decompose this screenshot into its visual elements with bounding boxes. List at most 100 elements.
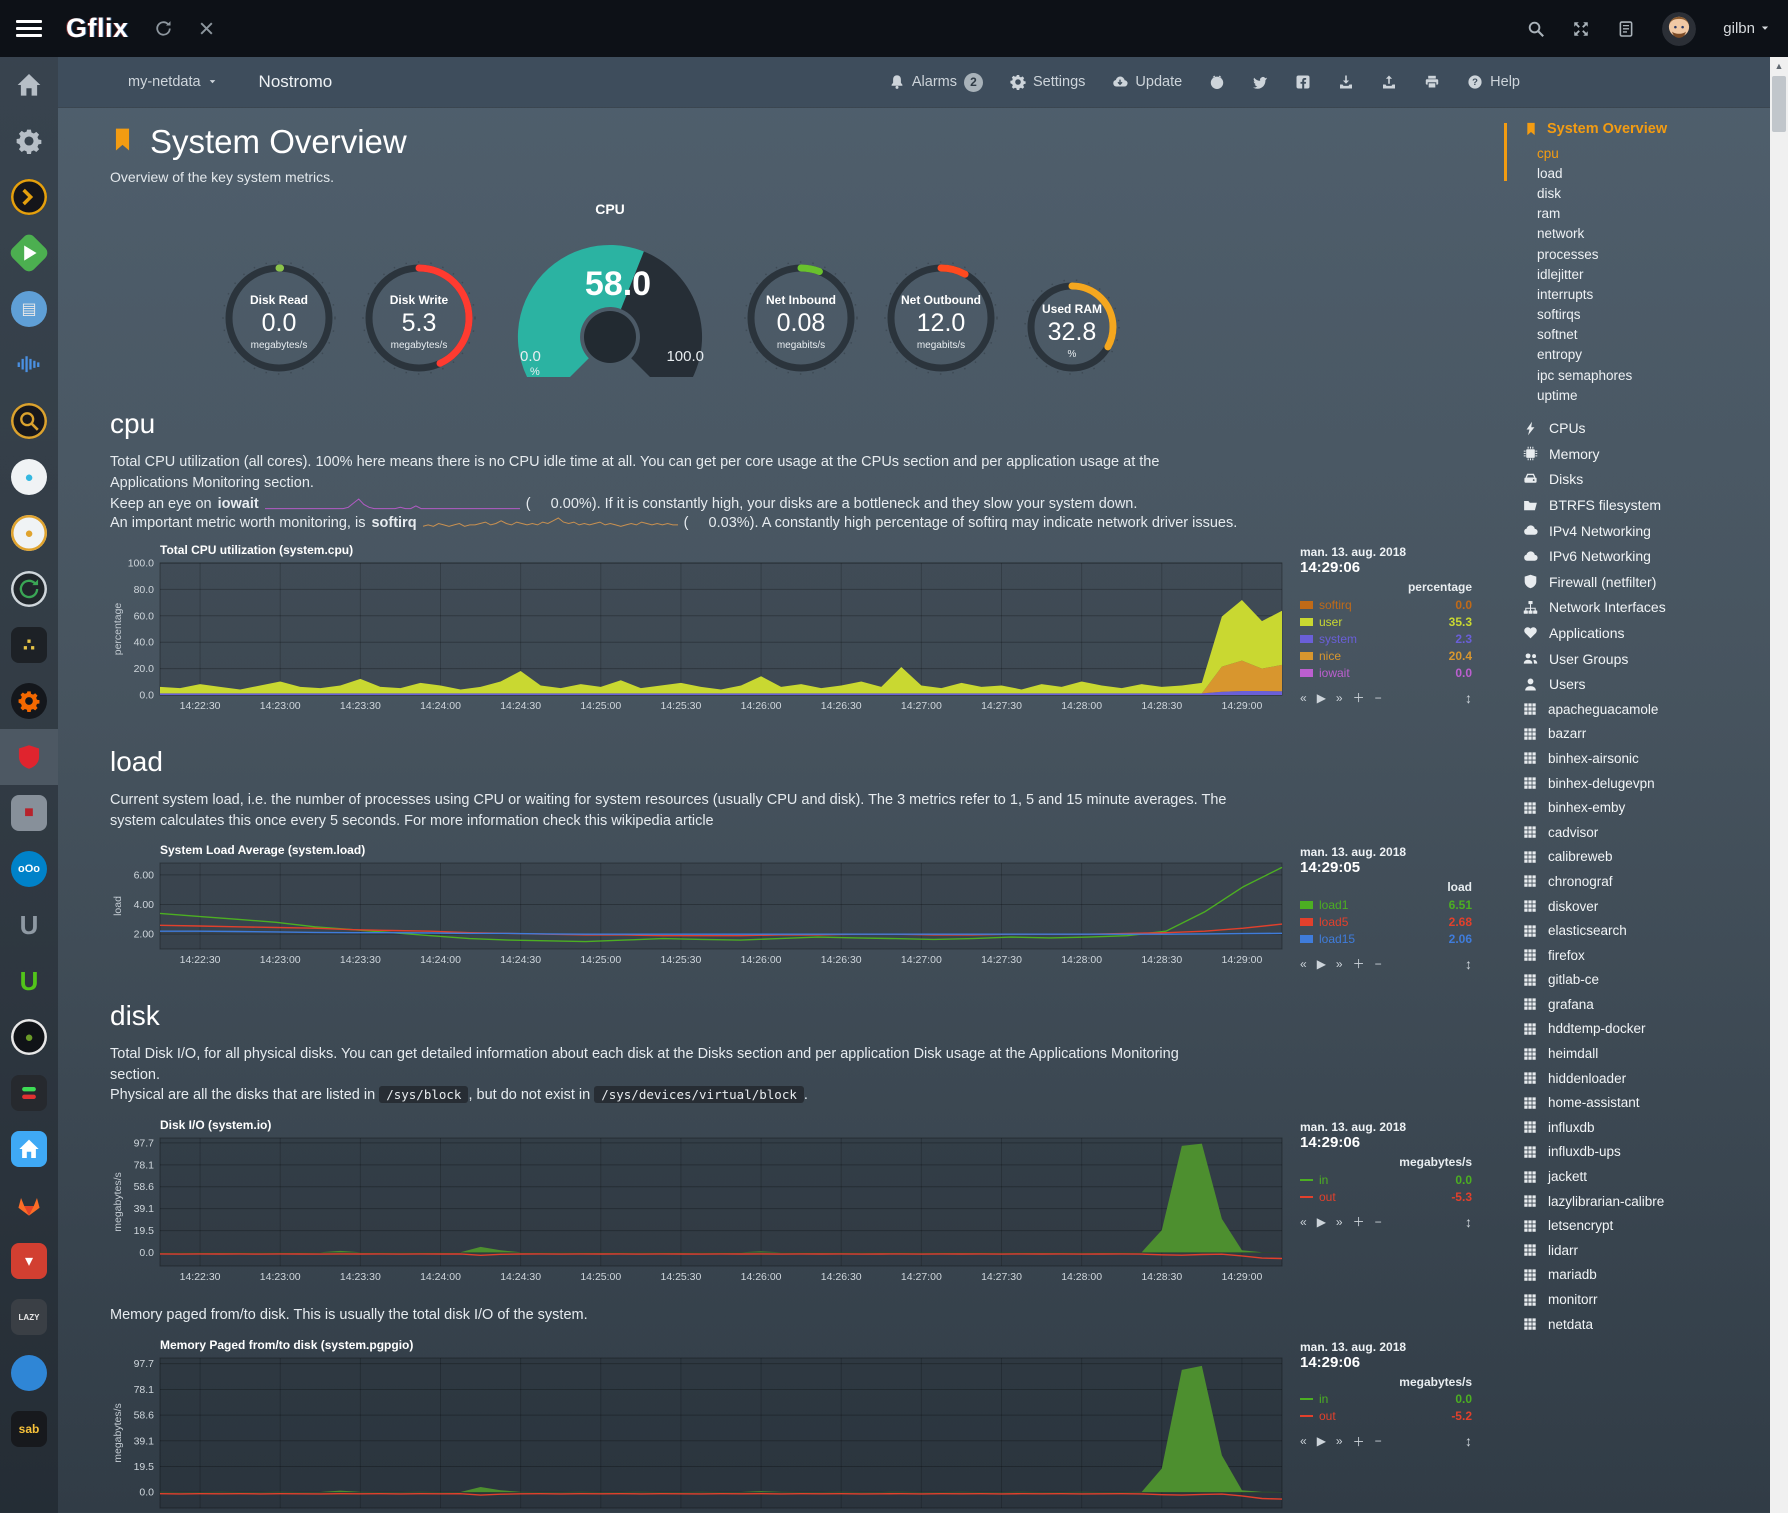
chart-play-icon[interactable]: ▶: [1317, 1215, 1326, 1229]
server-dropdown[interactable]: my-netdata: [128, 74, 217, 90]
chart-zoom-out-icon[interactable]: −: [1375, 691, 1382, 705]
menu-app-calibreweb[interactable]: calibreweb: [1510, 845, 1770, 870]
menu-sub-softirqs[interactable]: softirqs: [1510, 305, 1770, 325]
sidebar-app-settings-icon[interactable]: [0, 113, 58, 169]
chart-play-icon[interactable]: ▶: [1317, 691, 1326, 705]
menu-app-apacheguacamole[interactable]: apacheguacamole: [1510, 697, 1770, 722]
sidebar-app-app-blue-sphere-icon[interactable]: [0, 1345, 58, 1401]
legend-item-system[interactable]: system2.3: [1300, 630, 1472, 647]
scrollbar-up-arrow[interactable]: ▲: [1775, 57, 1784, 71]
navbar-save-snapshot-icon[interactable]: [1338, 74, 1354, 90]
menu-section-network-interfaces[interactable]: Network Interfaces: [1510, 595, 1770, 621]
sidebar-app-sickchill-icon[interactable]: ●: [0, 1009, 58, 1065]
app-logo[interactable]: Gflix: [66, 13, 129, 44]
sidebar-app-calibre-web-icon[interactable]: ▤: [0, 281, 58, 337]
sidebar-app-grafana-icon[interactable]: [0, 673, 58, 729]
disk-write-gauge[interactable]: Disk Write5.3megabytes/s: [360, 259, 478, 382]
menu-app-chronograf[interactable]: chronograf: [1510, 869, 1770, 894]
legend-item-in[interactable]: in0.0: [1300, 1171, 1472, 1188]
menu-app-heimdall[interactable]: heimdall: [1510, 1041, 1770, 1066]
chart-resize-handle[interactable]: ↕: [1465, 1214, 1472, 1230]
menu-app-mariadb[interactable]: mariadb: [1510, 1263, 1770, 1288]
menu-app-letsencrypt[interactable]: letsencrypt: [1510, 1213, 1770, 1238]
navbar-alarms[interactable]: Alarms2: [889, 73, 983, 92]
sidebar-app-lazylibrarian-icon[interactable]: LAZY: [0, 1289, 58, 1345]
menu-sub-softnet[interactable]: softnet: [1510, 325, 1770, 345]
menu-section-btrfs-filesystem[interactable]: BTRFS filesystem: [1510, 492, 1770, 518]
sidebar-app-unifi-icon[interactable]: U: [0, 897, 58, 953]
navbar-twitter-icon[interactable]: [1252, 74, 1268, 90]
menu-app-hiddenloader[interactable]: hiddenloader: [1510, 1066, 1770, 1091]
menu-sub-disk[interactable]: disk: [1510, 183, 1770, 203]
menu-section-user-groups[interactable]: User Groups: [1510, 646, 1770, 672]
menu-section-disks[interactable]: Disks: [1510, 467, 1770, 493]
menu-sub-entropy[interactable]: entropy: [1510, 345, 1770, 365]
navbar-load-snapshot-icon[interactable]: [1381, 74, 1397, 90]
chart-resize-handle[interactable]: ↕: [1465, 690, 1472, 706]
chart-zoom-in-icon[interactable]: ＋: [1353, 1213, 1365, 1230]
fullscreen-icon[interactable]: [1572, 20, 1590, 38]
menu-sub-ram[interactable]: ram: [1510, 204, 1770, 224]
sidebar-app-app-red-tile-icon[interactable]: ▾: [0, 1233, 58, 1289]
chart-pan-forward-icon[interactable]: »: [1336, 691, 1343, 705]
legend-item-out[interactable]: out-5.2: [1300, 1408, 1472, 1425]
menu-app-binhex-airsonic[interactable]: binhex-airsonic: [1510, 746, 1770, 771]
navbar-github-icon[interactable]: [1209, 74, 1225, 90]
chart-resize-handle[interactable]: ↕: [1465, 956, 1472, 972]
legend-item-load5[interactable]: load52.68: [1300, 913, 1472, 930]
menu-section-cpus[interactable]: CPUs: [1510, 415, 1770, 441]
menu-app-lidarr[interactable]: lidarr: [1510, 1238, 1770, 1263]
chart-play-icon[interactable]: ▶: [1317, 957, 1326, 971]
chart-zoom-in-icon[interactable]: ＋: [1353, 955, 1365, 972]
sidebar-app-jackett-icon[interactable]: [0, 393, 58, 449]
navbar-print-icon[interactable]: [1424, 74, 1440, 90]
legend-item-softirq[interactable]: softirq0.0: [1300, 596, 1472, 613]
legend-item-nice[interactable]: nice20.4: [1300, 647, 1472, 664]
sidebar-app-app-pinwheel-blue-icon[interactable]: ●: [0, 449, 58, 505]
cpu-utilization-chart[interactable]: Total CPU utilization (system.cpu)14:22:…: [110, 543, 1472, 720]
menu-section-firewall-netfilter-[interactable]: Firewall (netfilter): [1510, 569, 1770, 595]
menu-app-cadvisor[interactable]: cadvisor: [1510, 820, 1770, 845]
menu-app-hddtemp-docker[interactable]: hddtemp-docker: [1510, 1017, 1770, 1042]
menu-sub-cpu[interactable]: cpu: [1510, 143, 1770, 163]
used-ram-gauge[interactable]: Used RAM32.8%: [1022, 277, 1122, 382]
menu-app-grafana[interactable]: grafana: [1510, 992, 1770, 1017]
legend-item-in[interactable]: in0.0: [1300, 1391, 1472, 1408]
page-scrollbar[interactable]: ▲: [1770, 57, 1788, 1513]
menu-app-gitlab-ce[interactable]: gitlab-ce: [1510, 968, 1770, 993]
sidebar-app-app-pinwheel-orange-icon[interactable]: ●: [0, 505, 58, 561]
refresh-icon[interactable]: [155, 20, 172, 37]
sidebar-app-netdata-icon[interactable]: [0, 729, 58, 785]
menu-app-influxdb[interactable]: influxdb: [1510, 1115, 1770, 1140]
softirq-sparkline[interactable]: [423, 516, 678, 531]
chart-resize-handle[interactable]: ↕: [1465, 1433, 1472, 1449]
sidebar-app-app-green-ring-icon[interactable]: [0, 561, 58, 617]
wikipedia-link[interactable]: this wikipedia article: [585, 813, 714, 829]
menu-section-users[interactable]: Users: [1510, 671, 1770, 697]
menu-icon[interactable]: [16, 16, 42, 41]
search-icon[interactable]: [1527, 20, 1545, 38]
system-load-chart[interactable]: System Load Average (system.load)14:22:3…: [110, 843, 1472, 974]
sidebar-app-app-red-cubes-icon[interactable]: ■: [0, 785, 58, 841]
sidebar-app-app-green-magnet-icon[interactable]: U: [0, 953, 58, 1009]
menu-sub-network[interactable]: network: [1510, 224, 1770, 244]
menu-app-diskover[interactable]: diskover: [1510, 894, 1770, 919]
menu-sub-idlejitter[interactable]: idlejitter: [1510, 264, 1770, 284]
menu-sub-interrupts[interactable]: interrupts: [1510, 284, 1770, 304]
chart-pan-back-icon[interactable]: «: [1300, 1215, 1307, 1229]
menu-app-binhex-emby[interactable]: binhex-emby: [1510, 795, 1770, 820]
menu-sub-load[interactable]: load: [1510, 163, 1770, 183]
navbar-facebook-icon[interactable]: [1295, 74, 1311, 90]
sidebar-app-nextcloud-icon[interactable]: oOo: [0, 841, 58, 897]
chart-pan-forward-icon[interactable]: »: [1336, 1434, 1343, 1448]
scrollbar-thumb[interactable]: [1772, 76, 1786, 132]
menu-app-jackett[interactable]: jackett: [1510, 1164, 1770, 1189]
menu-app-netdata[interactable]: netdata: [1510, 1312, 1770, 1337]
navbar-update[interactable]: Update: [1112, 74, 1182, 90]
legend-item-out[interactable]: out-5.3: [1300, 1188, 1472, 1205]
chart-zoom-in-icon[interactable]: ＋: [1353, 689, 1365, 706]
menu-app-bazarr[interactable]: bazarr: [1510, 722, 1770, 747]
legend-item-load1[interactable]: load16.51: [1300, 896, 1472, 913]
net-inbound-gauge[interactable]: Net Inbound0.08megabits/s: [742, 259, 860, 382]
sidebar-app-monitorr-icon[interactable]: [0, 1065, 58, 1121]
